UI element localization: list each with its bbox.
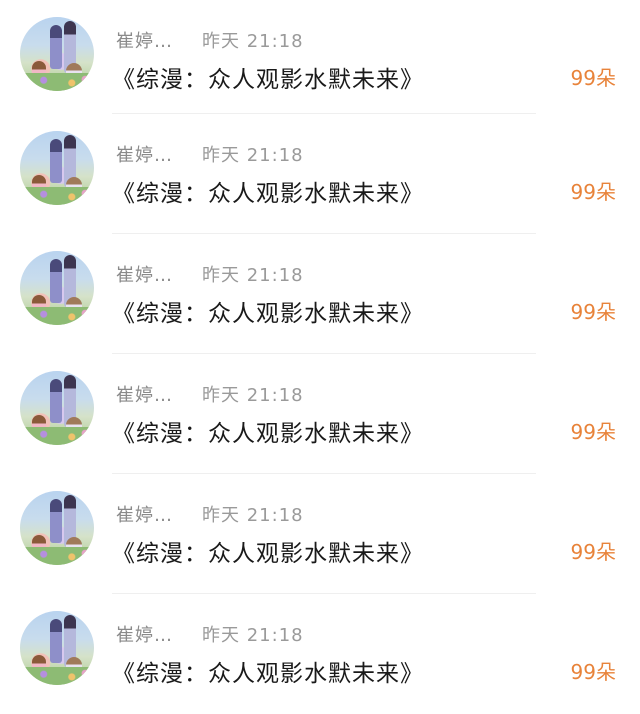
sender-name[interactable]: 崔婷… (116, 381, 173, 407)
book-title[interactable]: 《综漫：众人观影水默未来》 (112, 414, 424, 448)
avatar[interactable] (20, 491, 94, 565)
sender-name[interactable]: 崔婷… (116, 141, 173, 167)
list-item[interactable]: 崔婷… 昨天 21:18 《综漫：众人观影水默未来》 99朵 (0, 594, 640, 714)
gift-count: 99朵 (570, 180, 616, 204)
gift-count: 99朵 (570, 540, 616, 564)
gift-count: 99朵 (570, 300, 616, 324)
timestamp: 昨天 21:18 (202, 385, 304, 406)
book-title[interactable]: 《综漫：众人观影水默未来》 (112, 654, 424, 688)
list-item[interactable]: 崔婷… 昨天 21:18 《综漫：众人观影水默未来》 99朵 (0, 114, 640, 234)
sender-name[interactable]: 崔婷… (116, 621, 173, 647)
gift-count: 99朵 (570, 420, 616, 444)
list-item[interactable]: 崔婷… 昨天 21:18 《综漫：众人观影水默未来》 99朵 (0, 234, 640, 354)
gift-count: 99朵 (570, 660, 616, 684)
sender-name[interactable]: 崔婷… (116, 27, 173, 53)
list-item[interactable]: 崔婷… 昨天 21:18 《综漫：众人观影水默未来》 99朵 (0, 354, 640, 474)
book-title[interactable]: 《综漫：众人观影水默未来》 (112, 534, 424, 568)
list-item[interactable]: 崔婷… 昨天 21:18 《综漫：众人观影水默未来》 99朵 (0, 474, 640, 594)
timestamp: 昨天 21:18 (202, 31, 304, 52)
sender-name[interactable]: 崔婷… (116, 501, 173, 527)
timestamp: 昨天 21:18 (202, 505, 304, 526)
timestamp: 昨天 21:18 (202, 265, 304, 286)
gift-count: 99朵 (570, 66, 616, 90)
list-item[interactable]: 崔婷… 昨天 21:18 《综漫：众人观影水默未来》 99朵 (0, 0, 640, 114)
avatar[interactable] (20, 611, 94, 685)
timestamp: 昨天 21:18 (202, 145, 304, 166)
avatar[interactable] (20, 17, 94, 91)
book-title[interactable]: 《综漫：众人观影水默未来》 (112, 174, 424, 208)
avatar[interactable] (20, 131, 94, 205)
gift-message-list: 崔婷… 昨天 21:18 《综漫：众人观影水默未来》 99朵 崔婷… 昨天 21… (0, 0, 640, 712)
book-title[interactable]: 《综漫：众人观影水默未来》 (112, 294, 424, 328)
timestamp: 昨天 21:18 (202, 625, 304, 646)
avatar[interactable] (20, 371, 94, 445)
avatar[interactable] (20, 251, 94, 325)
book-title[interactable]: 《综漫：众人观影水默未来》 (112, 60, 424, 94)
sender-name[interactable]: 崔婷… (116, 261, 173, 287)
